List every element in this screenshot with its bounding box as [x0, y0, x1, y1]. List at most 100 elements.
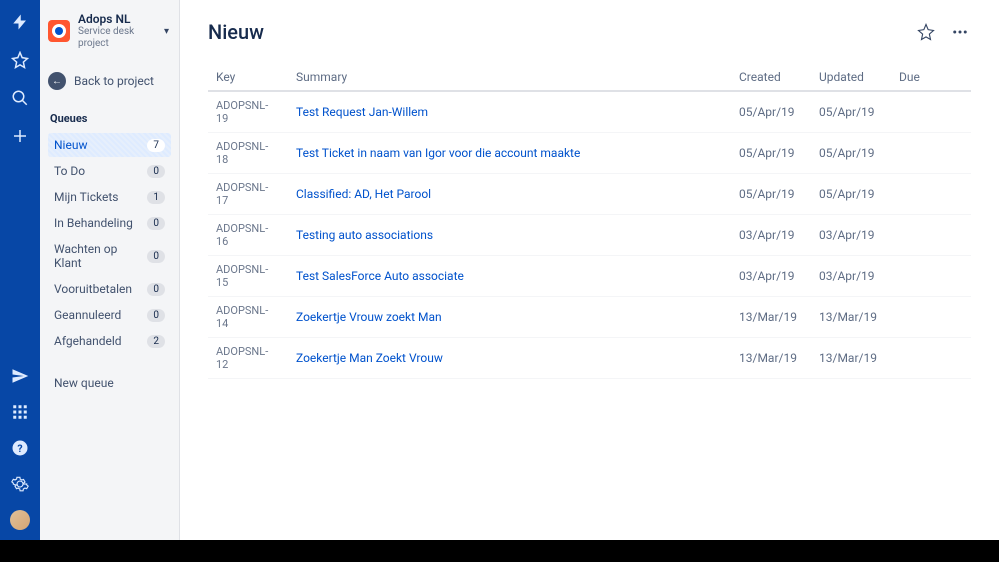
col-header-updated[interactable]: Updated [811, 64, 891, 91]
queue-item[interactable]: Afgehandeld 2 [48, 329, 171, 353]
queue-item-label: Mijn Tickets [54, 190, 118, 204]
issue-created: 05/Apr/19 [731, 174, 811, 215]
issue-key: ADOPSNL-16 [208, 215, 288, 256]
grid-icon[interactable] [10, 402, 30, 422]
issue-key: ADOPSNL-12 [208, 338, 288, 379]
issue-key: ADOPSNL-14 [208, 297, 288, 338]
svg-text:?: ? [17, 442, 22, 455]
issue-updated: 03/Apr/19 [811, 215, 891, 256]
issue-summary-cell: Zoekertje Man Zoekt Vrouw [288, 338, 731, 379]
queue-item[interactable]: In Behandeling 0 [48, 211, 171, 235]
issue-summary-link[interactable]: Classified: AD, Het Parool [296, 187, 431, 201]
send-icon[interactable] [10, 366, 30, 386]
more-icon[interactable] [949, 21, 971, 43]
queue-item-count: 0 [147, 165, 165, 178]
issue-created: 03/Apr/19 [731, 215, 811, 256]
col-header-created[interactable]: Created [731, 64, 811, 91]
queue-item[interactable]: Nieuw7 [48, 133, 171, 157]
table-row: ADOPSNL-18 Test Ticket in naam van Igor v… [208, 133, 971, 174]
queue-list: Nieuw7To Do0 Mijn Tickets 1 In Behandeling 0… [48, 133, 171, 353]
back-arrow-icon: ← [48, 72, 66, 90]
issue-due [891, 91, 971, 133]
bottom-black-bar [0, 540, 999, 562]
queues-section-title: Queues [48, 112, 171, 125]
issue-summary-link[interactable]: Test Ticket in naam van Igor voor die ac… [296, 146, 580, 160]
project-name: Adops NL [78, 12, 156, 26]
avatar[interactable] [10, 510, 30, 530]
queue-item-count: 0 [147, 217, 165, 230]
queue-item-label: Wachten op Klant [54, 242, 147, 270]
table-row: ADOPSNL-19 Test Request Jan-Willem 05/Apr/… [208, 91, 971, 133]
issue-summary-cell: Test Ticket in naam van Igor voor die ac… [288, 133, 731, 174]
issue-created: 05/Apr/19 [731, 91, 811, 133]
col-header-key[interactable]: Key [208, 64, 288, 91]
issue-summary-link[interactable]: Test Request Jan-Willem [296, 105, 428, 119]
queue-item-label: Afgehandeld [54, 334, 122, 348]
new-queue-button[interactable]: New queue [48, 371, 171, 395]
project-type: Service desk project [78, 26, 156, 50]
queue-item-count: 0 [147, 309, 165, 322]
issue-due [891, 338, 971, 379]
page-title: Nieuw [208, 20, 264, 44]
col-header-summary[interactable]: Summary [288, 64, 731, 91]
plus-icon[interactable] [10, 126, 30, 146]
back-label: Back to project [74, 74, 154, 88]
main-content: Nieuw Key Summary Created Updated Due [180, 0, 999, 540]
queue-item-count: 1 [147, 191, 165, 204]
issue-created: 05/Apr/19 [731, 133, 811, 174]
issue-updated: 03/Apr/19 [811, 256, 891, 297]
project-logo-icon [48, 20, 70, 42]
issue-updated: 13/Mar/19 [811, 297, 891, 338]
issue-due [891, 256, 971, 297]
issue-summary-link[interactable]: Zoekertje Vrouw zoekt Man [296, 310, 442, 324]
queue-item-label: In Behandeling [54, 216, 133, 230]
issue-summary-link[interactable]: Zoekertje Man Zoekt Vrouw [296, 351, 443, 365]
lightning-icon[interactable] [10, 12, 30, 32]
global-nav-rail: ? [0, 0, 40, 540]
issue-due [891, 133, 971, 174]
issue-updated: 13/Mar/19 [811, 338, 891, 379]
issue-summary-cell: Zoekertje Vrouw zoekt Man [288, 297, 731, 338]
back-to-project-link[interactable]: ← Back to project [48, 68, 171, 94]
issue-updated: 05/Apr/19 [811, 133, 891, 174]
queue-item-label: Nieuw [54, 138, 87, 152]
col-header-due[interactable]: Due [891, 64, 971, 91]
table-row: ADOPSNL-12 Zoekertje Man Zoekt Vrouw 13/Ma… [208, 338, 971, 379]
issue-updated: 05/Apr/19 [811, 174, 891, 215]
issues-table: Key Summary Created Updated Due ADOPSNL-… [208, 64, 971, 379]
project-switcher[interactable]: Adops NL Service desk project ▾ [48, 12, 171, 50]
chevron-down-icon: ▾ [164, 26, 169, 37]
queue-item[interactable]: Geannuleerd 0 [48, 303, 171, 327]
issue-key: ADOPSNL-15 [208, 256, 288, 297]
issue-due [891, 297, 971, 338]
issue-updated: 05/Apr/19 [811, 91, 891, 133]
issue-summary-cell: Test Request Jan-Willem [288, 91, 731, 133]
issue-created: 13/Mar/19 [731, 297, 811, 338]
sidebar: Adops NL Service desk project ▾ ← Back t… [40, 0, 180, 540]
issue-created: 03/Apr/19 [731, 256, 811, 297]
issue-due [891, 215, 971, 256]
issue-summary-link[interactable]: Testing auto associations [296, 228, 433, 242]
queue-item[interactable]: Wachten op Klant0 [48, 237, 171, 275]
issue-key: ADOPSNL-19 [208, 91, 288, 133]
table-row: ADOPSNL-17 Classified: AD, Het Parool 05/A… [208, 174, 971, 215]
issue-summary-cell: Testing auto associations [288, 215, 731, 256]
queue-item[interactable]: Vooruitbetalen0 [48, 277, 171, 301]
gear-icon[interactable] [10, 474, 30, 494]
queue-item-count: 0 [147, 250, 165, 263]
queue-item-label: Vooruitbetalen [54, 282, 132, 296]
issue-summary-cell: Classified: AD, Het Parool [288, 174, 731, 215]
queue-item[interactable]: Mijn Tickets 1 [48, 185, 171, 209]
search-icon[interactable] [10, 88, 30, 108]
issue-key: ADOPSNL-18 [208, 133, 288, 174]
issue-summary-link[interactable]: Test SalesForce Auto associate [296, 269, 464, 283]
queue-item-count: 2 [147, 335, 165, 348]
help-icon[interactable]: ? [10, 438, 30, 458]
star-icon[interactable] [10, 50, 30, 70]
table-row: ADOPSNL-15 Test SalesForce Auto associate… [208, 256, 971, 297]
queue-item[interactable]: To Do0 [48, 159, 171, 183]
queue-item-label: Geannuleerd [54, 308, 121, 322]
issue-key: ADOPSNL-17 [208, 174, 288, 215]
star-outline-icon[interactable] [915, 21, 937, 43]
issue-summary-cell: Test SalesForce Auto associate [288, 256, 731, 297]
